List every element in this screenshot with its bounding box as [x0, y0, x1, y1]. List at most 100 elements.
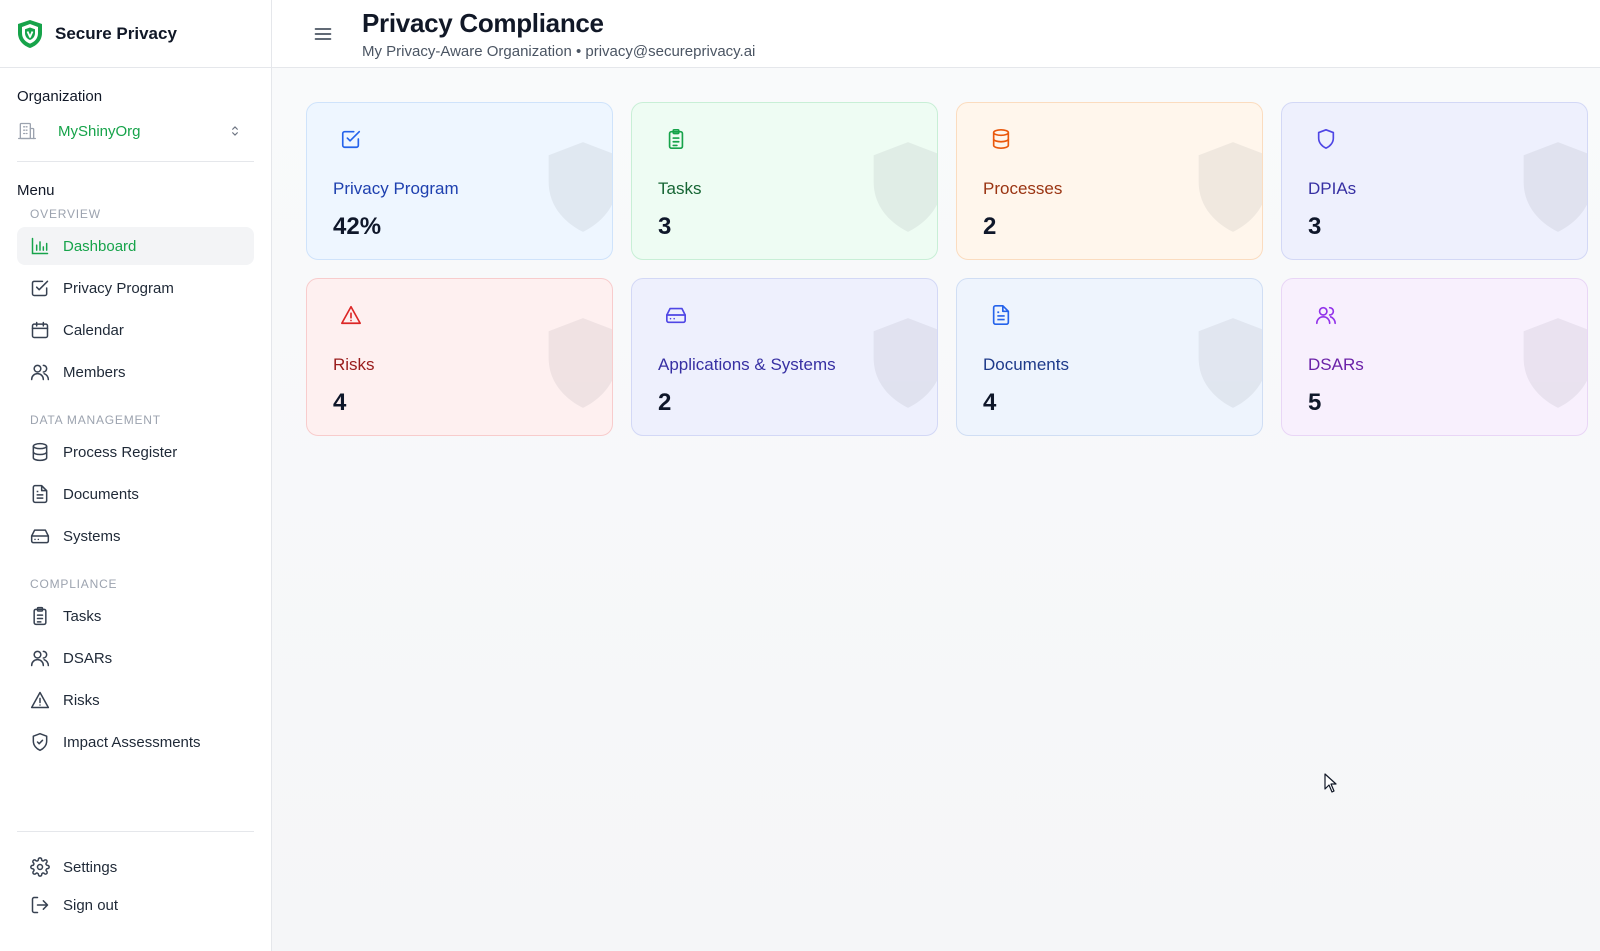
document-icon [990, 304, 1012, 326]
group-label-overview: OVERVIEW [30, 207, 101, 221]
stat-card-label: Applications & Systems [658, 355, 836, 374]
stat-card-applications-systems[interactable]: Applications & Systems 2 [631, 278, 938, 436]
sidebar-item-members[interactable]: Members [17, 353, 254, 391]
dashboard-main: Privacy Program 42% Tasks 3 Processes 2 … [272, 68, 1600, 951]
calendar-icon [30, 320, 50, 340]
menu-toggle-icon[interactable] [313, 24, 333, 44]
building-icon [17, 121, 37, 141]
organization-name: MyShinyOrg [58, 122, 141, 140]
brand-header: Secure Privacy [0, 0, 271, 68]
sidebar-item-label: Risks [63, 691, 100, 709]
mouse-cursor-icon [1324, 773, 1338, 793]
user-icon [30, 362, 50, 382]
stat-card-value: 2 [658, 389, 672, 416]
sidebar-item-label: Sign out [63, 896, 119, 914]
shield-watermark-icon [1196, 315, 1262, 411]
stat-card-tasks[interactable]: Tasks 3 [631, 102, 938, 260]
sidebar-item-documents[interactable]: Documents [17, 475, 254, 513]
group-label-compliance: COMPLIANCE [30, 577, 118, 591]
sidebar-item-label: Privacy Program [63, 279, 174, 297]
shield-watermark-icon [546, 315, 612, 411]
sidebar-bottom: Settings Sign out [0, 831, 271, 924]
stat-card-risks[interactable]: Risks 4 [306, 278, 613, 436]
stat-card-dsars[interactable]: DSARs 5 [1281, 278, 1588, 436]
sidebar-item-privacy-program[interactable]: Privacy Program [17, 269, 254, 307]
users-icon [1315, 304, 1337, 326]
sidebar-item-risks[interactable]: Risks [17, 681, 254, 719]
stat-card-value: 4 [333, 389, 347, 416]
top-bar: Privacy Compliance My Privacy-Aware Orga… [272, 0, 1600, 68]
sidebar-item-impact-assessments[interactable]: Impact Assessments [17, 723, 254, 761]
sidebar-item-process-register[interactable]: Process Register [17, 433, 254, 471]
stat-card-label: Documents [983, 355, 1069, 374]
sidebar-item-label: Documents [63, 485, 139, 503]
main-menu: Menu OVERVIEW Dashboard Privacy Program … [0, 182, 271, 761]
sidebar-item-systems[interactable]: Systems [17, 517, 254, 555]
sidebar-item-tasks[interactable]: Tasks [17, 597, 254, 635]
stat-card-value: 5 [1308, 389, 1322, 416]
shield-watermark-icon [1521, 139, 1587, 235]
menu-title: Menu [17, 182, 55, 199]
sign-out-icon [30, 895, 50, 915]
group-label-data-management: DATA MANAGEMENT [30, 413, 161, 427]
shield-watermark-icon [871, 315, 937, 411]
sidebar-item-calendar[interactable]: Calendar [17, 311, 254, 349]
stat-card-value: 2 [983, 213, 997, 240]
document-icon [30, 484, 50, 504]
stat-card-label: Privacy Program [333, 179, 459, 198]
warning-icon [340, 304, 362, 326]
stat-card-dpias[interactable]: DPIAs 3 [1281, 102, 1588, 260]
stat-card-value: 42% [333, 213, 382, 240]
gear-icon [30, 857, 50, 877]
sidebar: Secure Privacy Organization MyShinyOrg M… [0, 0, 272, 951]
page-title: Privacy Compliance [362, 8, 604, 38]
stat-card-label: Tasks [658, 179, 702, 198]
stat-card-value: 4 [983, 389, 997, 416]
clipboard-icon [30, 606, 50, 626]
stat-card-documents[interactable]: Documents 4 [956, 278, 1263, 436]
stat-card-privacy-program[interactable]: Privacy Program 42% [306, 102, 613, 260]
stat-card-processes[interactable]: Processes 2 [956, 102, 1263, 260]
checkbox-icon [340, 128, 362, 150]
stat-card-value: 3 [658, 213, 672, 240]
brand-name: Secure Privacy [55, 23, 177, 43]
sidebar-item-sign-out[interactable]: Sign out [17, 886, 254, 924]
shield-watermark-icon [1196, 139, 1262, 235]
chevron-up-down-icon [228, 124, 242, 138]
divider [17, 161, 254, 162]
users-icon [30, 648, 50, 668]
stat-card-label: DPIAs [1308, 179, 1357, 198]
sidebar-item-label: Members [63, 363, 126, 381]
shield-watermark-icon [871, 139, 937, 235]
sidebar-item-label: DSARs [63, 649, 113, 667]
bar-chart-icon [30, 236, 50, 256]
shield-icon [1315, 128, 1337, 150]
organization-section: Organization MyShinyOrg [0, 68, 271, 144]
sidebar-item-label: Dashboard [63, 237, 137, 255]
stat-card-label: Processes [983, 179, 1063, 198]
database-icon [990, 128, 1012, 150]
sidebar-item-label: Process Register [63, 443, 178, 461]
database-icon [30, 442, 50, 462]
stat-card-label: Risks [333, 355, 375, 374]
page-subtitle: My Privacy-Aware Organization • privacy@… [362, 43, 756, 60]
warning-icon [30, 690, 50, 710]
sidebar-item-settings[interactable]: Settings [17, 848, 254, 886]
stat-card-label: DSARs [1308, 355, 1364, 374]
organization-title: Organization [17, 88, 103, 105]
hard-drive-icon [665, 304, 687, 326]
sidebar-item-label: Calendar [63, 321, 124, 339]
stat-card-value: 3 [1308, 213, 1322, 240]
shield-watermark-icon [1521, 315, 1587, 411]
sidebar-item-dashboard[interactable]: Dashboard [17, 227, 254, 265]
sidebar-item-label: Systems [63, 527, 121, 545]
hard-drive-icon [30, 526, 50, 546]
checkbox-icon [30, 278, 50, 298]
divider [17, 831, 254, 832]
sidebar-item-dsars[interactable]: DSARs [17, 639, 254, 677]
shield-check-icon [30, 732, 50, 752]
shield-logo-icon [16, 19, 44, 49]
clipboard-icon [665, 128, 687, 150]
sidebar-item-label: Settings [63, 858, 118, 876]
organization-select[interactable]: MyShinyOrg [17, 118, 254, 144]
